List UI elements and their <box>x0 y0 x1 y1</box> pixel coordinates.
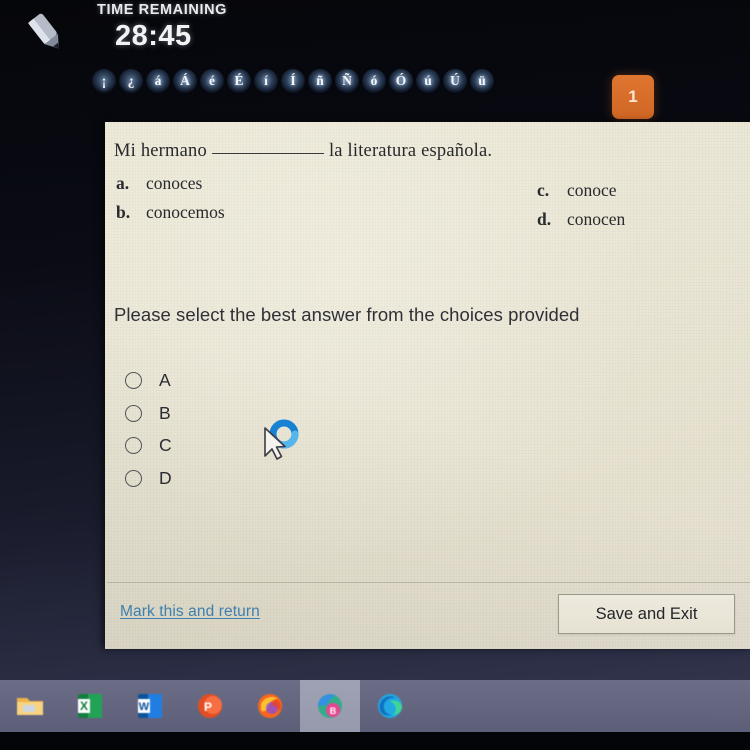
option-a-text: conoces <box>146 173 203 193</box>
accent-key-9[interactable]: Ñ <box>335 69 359 93</box>
answer-choice-b-label: B <box>159 403 171 423</box>
mouse-cursor-busy-icon <box>264 419 299 460</box>
question-number-badge[interactable]: 1 <box>612 75 654 119</box>
accent-key-10[interactable]: ó <box>362 69 386 93</box>
accent-key-7[interactable]: Í <box>281 69 305 93</box>
svg-text:P: P <box>204 700 212 714</box>
answer-choice-d-label: D <box>159 468 172 488</box>
question-option-a[interactable]: a. conoces <box>116 173 202 194</box>
taskbar-excel[interactable]: X <box>60 680 120 732</box>
question-stem-after: la literatura española. <box>328 141 493 161</box>
question-stem: Mi hermano la literatura española. <box>114 138 492 162</box>
screen: TIME REMAINING 28:45 ¡ ¿ á Áé Éí Íñ Ñó Óú Úü 1 M… <box>0 0 750 750</box>
accent-key-11[interactable]: Ó <box>389 69 413 93</box>
question-panel: Mi hermano la literatura española. a. cono… <box>105 122 750 649</box>
firefox-icon <box>254 690 286 722</box>
time-remaining-value: 28:45 <box>115 20 192 52</box>
accent-key-5[interactable]: É <box>227 69 251 93</box>
question-option-c[interactable]: c. conoce <box>537 180 617 201</box>
pencil-icon <box>27 13 59 49</box>
option-c-letter: c. <box>537 180 550 200</box>
footer-divider <box>107 582 750 583</box>
answer-choice-d[interactable]: D <box>125 468 172 489</box>
radio-button-c[interactable] <box>125 437 142 454</box>
option-b-letter: b. <box>116 202 131 222</box>
question-option-d[interactable]: d. conocen <box>537 209 625 230</box>
answer-blank <box>211 138 324 154</box>
accent-key-4[interactable]: é <box>200 69 224 93</box>
taskbar-word[interactable]: W <box>120 680 180 732</box>
taskbar-brave-browser[interactable]: B <box>300 680 360 732</box>
option-d-text: conocen <box>567 209 626 229</box>
radio-button-b[interactable] <box>125 405 142 422</box>
radio-button-a[interactable] <box>125 372 142 389</box>
taskbar-edge[interactable] <box>360 680 420 732</box>
time-remaining-label: TIME REMAINING <box>97 2 228 18</box>
taskbar-file-explorer[interactable] <box>0 680 60 732</box>
save-and-exit-button[interactable]: Save and Exit <box>558 594 735 634</box>
answer-choice-c[interactable]: C <box>125 435 172 456</box>
accent-key-1[interactable]: ¿ <box>119 69 143 93</box>
accent-key-14[interactable]: ü <box>470 69 494 93</box>
answer-choice-b[interactable]: B <box>125 403 171 424</box>
brave-browser-icon: B <box>314 690 346 722</box>
mark-this-and-return-link[interactable]: Mark this and return <box>120 603 260 621</box>
option-a-letter: a. <box>116 173 130 193</box>
answer-choice-a-label: A <box>159 370 171 390</box>
file-explorer-icon <box>14 690 46 722</box>
accent-character-toolbar: ¡ ¿ á Áé Éí Íñ Ñó Óú Úü <box>92 69 494 93</box>
instruction-text: Please select the best answer from the c… <box>114 304 580 325</box>
answer-choice-a[interactable]: A <box>125 370 171 391</box>
accent-key-8[interactable]: ñ <box>308 69 332 93</box>
accent-key-3[interactable]: Á <box>173 69 197 93</box>
accent-key-13[interactable]: Ú <box>443 69 467 93</box>
svg-text:B: B <box>330 706 337 716</box>
option-b-text: conocemos <box>146 202 225 222</box>
powerpoint-icon: P <box>194 690 226 722</box>
radio-button-d[interactable] <box>125 470 142 487</box>
accent-key-2[interactable]: á <box>146 69 170 93</box>
taskbar-firefox[interactable] <box>240 680 300 732</box>
option-d-letter: d. <box>537 209 552 229</box>
accent-key-0[interactable]: ¡ <box>92 69 116 93</box>
edge-icon <box>374 690 406 722</box>
word-icon: W <box>134 690 166 722</box>
option-c-text: conoce <box>567 180 617 200</box>
taskbar: XWPB <box>0 680 750 750</box>
taskbar-powerpoint[interactable]: P <box>180 680 240 732</box>
question-option-b[interactable]: b. conocemos <box>116 202 225 223</box>
svg-text:W: W <box>139 701 150 713</box>
svg-text:X: X <box>80 699 88 713</box>
accent-key-12[interactable]: ú <box>416 69 440 93</box>
question-stem-before: Mi hermano <box>114 141 207 161</box>
excel-icon: X <box>74 690 106 722</box>
accent-key-6[interactable]: í <box>254 69 278 93</box>
answer-choice-c-label: C <box>159 435 172 455</box>
